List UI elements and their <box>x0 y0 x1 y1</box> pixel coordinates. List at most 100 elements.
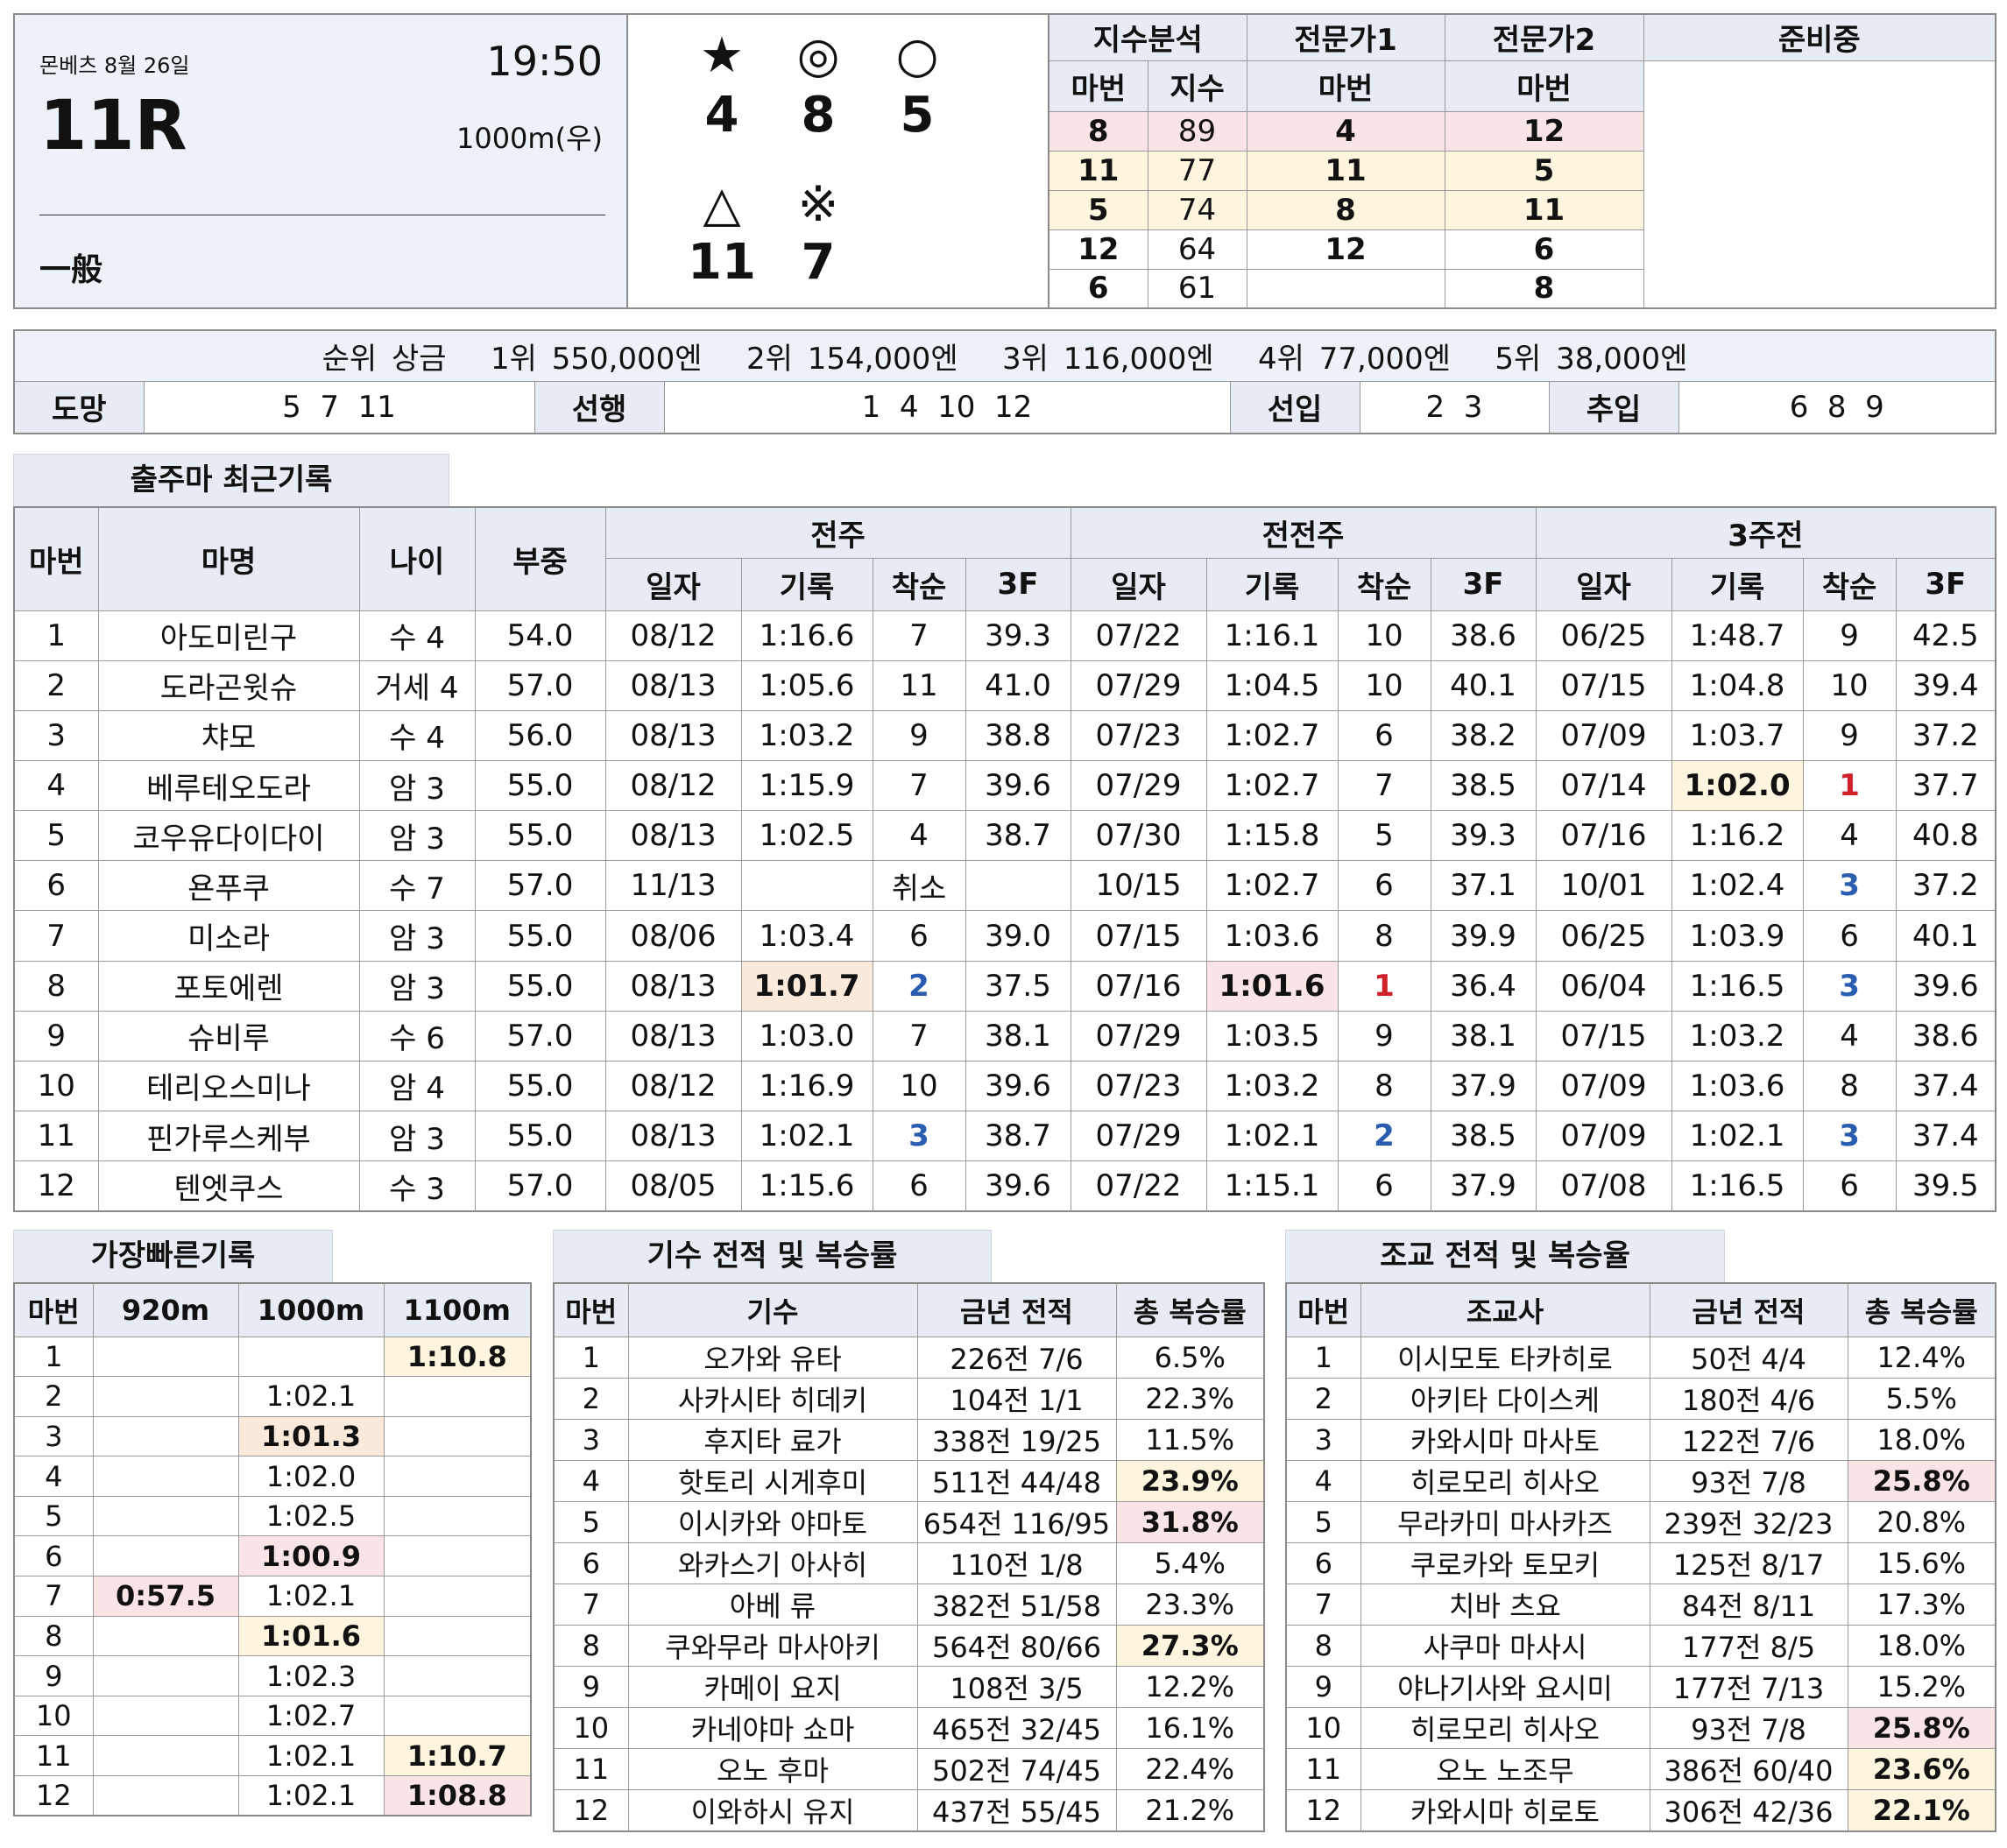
rate-cell: 6.5% <box>1115 1336 1265 1379</box>
subheader-rank: 착순 <box>1337 557 1431 611</box>
horse-name-cell: 챠모 <box>97 709 360 761</box>
jockey-name-cell: 카네야마 쇼마 <box>627 1706 918 1749</box>
horse-no-cell: 1 <box>553 1336 629 1379</box>
table-row: 5 1:02.5 <box>13 1495 532 1537</box>
time-cell <box>740 860 873 912</box>
mark-horse-number: 4 <box>704 87 739 144</box>
subheader-rank: 착순 <box>872 557 966 611</box>
style-value-lead: 1 4 10 12 <box>663 380 1231 434</box>
date-cell: 08/06 <box>604 910 742 962</box>
style-label-closer: 추입 <box>1548 380 1679 434</box>
horse-name-cell: 테리오스미나 <box>97 1060 360 1112</box>
date-cell: 08/12 <box>604 610 742 661</box>
rate-cell: 5.5% <box>1847 1377 1996 1420</box>
style-value-closer: 6 8 9 <box>1678 380 1996 434</box>
age-cell: 수 7 <box>358 860 476 912</box>
time-cell: 1:02.7 <box>1205 709 1339 761</box>
time-cell <box>383 1655 532 1696</box>
jockey-name-cell: 오노 후마 <box>627 1747 918 1790</box>
table-row: 8 쿠와무라 마사아키 564전 80/66 27.3% <box>553 1624 1265 1667</box>
date-cell: 10/15 <box>1070 860 1207 912</box>
date-cell: 07/30 <box>1070 810 1207 862</box>
rank-cell: 3 <box>872 1111 966 1162</box>
age-cell: 암 4 <box>358 1060 476 1112</box>
rate-cell: 22.4% <box>1115 1747 1265 1790</box>
table-row: 6 와카스기 아사히 110전 1/8 5.4% <box>553 1541 1265 1584</box>
record-cell: 386전 60/40 <box>1649 1747 1848 1790</box>
age-cell: 수 4 <box>358 709 476 761</box>
rate-cell: 18.0% <box>1847 1418 1996 1461</box>
header-last-week: 전주 <box>604 506 1071 559</box>
record-cell: 104전 1/1 <box>916 1377 1117 1420</box>
horse-no-cell: 6 <box>13 1535 94 1577</box>
mark-horse-number: 5 <box>900 87 935 144</box>
time-cell: 1:03.5 <box>1205 1010 1339 1062</box>
table-row: 1 이시모토 타카히로 50전 4/4 12.4% <box>1285 1336 1996 1379</box>
race-venue-date: 몬베츠 8월 26일 <box>39 53 190 78</box>
age-cell: 암 3 <box>358 960 476 1012</box>
3f-cell: 37.1 <box>1430 860 1537 912</box>
race-class: 一般 <box>39 252 103 288</box>
index-analysis-table: 지수분석 전문가1 전문가2 준비중 마번 지수 마번 마번 8 89 4 12… <box>1048 13 1996 309</box>
rank-cell: 3 <box>1802 960 1897 1012</box>
time-cell: 1:03.7 <box>1671 709 1804 761</box>
time-cell <box>383 1376 532 1417</box>
3f-cell: 36.4 <box>1430 960 1537 1012</box>
3f-cell: 39.6 <box>965 1060 1071 1112</box>
rank-cell: 2 <box>872 960 966 1012</box>
table-row: 10 테리오스미나 암 4 55.0 08/12 1:16.9 10 39.6 07/23 1:0… <box>13 1060 1996 1112</box>
time-cell: 1:01.3 <box>237 1415 385 1457</box>
horse-no-cell: 4 <box>553 1459 629 1502</box>
record-cell: 108전 3/5 <box>916 1665 1117 1708</box>
subheader-horse-no: 마번 <box>1048 60 1148 112</box>
prize-money: 순위 상금 1위 550,000엔 2위 154,000엔 3위 116,000… <box>13 329 1996 382</box>
horse-no-cell: 5 <box>13 810 99 862</box>
horse-no-cell: 4 <box>1285 1459 1361 1502</box>
date-cell: 08/12 <box>604 759 742 812</box>
record-cell: 110전 1/8 <box>916 1541 1117 1584</box>
circle-mark-icon: ○ <box>895 27 939 84</box>
rate-cell: 12.2% <box>1115 1665 1265 1708</box>
3f-cell: 38.1 <box>965 1010 1071 1062</box>
horse-no-cell: 2 <box>13 659 99 711</box>
date-cell: 07/15 <box>1535 659 1672 711</box>
table-row: 2 아키타 다이스케 180전 4/6 5.5% <box>1285 1377 1996 1420</box>
horse-no-cell: 8 <box>13 1615 94 1657</box>
time-cell: 1:15.8 <box>1205 810 1339 862</box>
time-cell: 1:03.4 <box>740 910 873 962</box>
time-cell <box>383 1415 532 1457</box>
jockey-name-cell: 후지타 료가 <box>627 1418 918 1461</box>
subheader-3f: 3F <box>965 557 1071 611</box>
horse-no-cell: 10 <box>13 1695 94 1737</box>
jockey-records-table: 마번 기수 금년 전적 총 복승률 1 오가와 유타 226전 7/6 6.5% 2 사카… <box>553 1282 1265 1832</box>
3f-cell: 39.0 <box>965 910 1071 962</box>
jockey-name-cell: 이와하시 유지 <box>627 1788 918 1831</box>
rate-cell: 23.3% <box>1115 1583 1265 1626</box>
3f-cell: 38.7 <box>965 1111 1071 1162</box>
date-cell: 08/13 <box>604 709 742 761</box>
time-cell <box>92 1376 239 1417</box>
table-row: 12 이와하시 유지 437전 55/45 21.2% <box>553 1788 1265 1831</box>
record-cell: 511전 44/48 <box>916 1459 1117 1502</box>
horse-no-cell: 1 <box>1285 1336 1361 1379</box>
header-weight: 부중 <box>474 506 606 611</box>
date-cell: 07/15 <box>1070 910 1207 962</box>
mark-horse-number: 11 <box>688 234 756 291</box>
age-cell: 수 4 <box>358 610 476 661</box>
date-cell: 07/09 <box>1535 709 1672 761</box>
record-cell: 239전 32/23 <box>1649 1500 1848 1543</box>
horse-no-cell: 11 <box>13 1735 94 1777</box>
date-cell: 08/13 <box>604 1010 742 1062</box>
table-row: 6 쿠로카와 토모키 125전 8/17 15.6% <box>1285 1541 1996 1584</box>
horse-name-cell: 욘푸쿠 <box>97 860 360 912</box>
horse-name-cell: 코우유다이다이 <box>97 810 360 862</box>
subheader-time: 기록 <box>1671 557 1804 611</box>
recent-records-title: 출주마 최근기록 <box>13 454 449 506</box>
header-1100m: 1100m <box>383 1282 532 1337</box>
date-cell: 11/13 <box>604 860 742 912</box>
table-row: 11 핀가루스케부 암 3 55.0 08/13 1:02.1 3 38.7 07/29 1:02… <box>13 1111 1996 1162</box>
rate-cell: 31.8% <box>1115 1500 1265 1543</box>
time-cell <box>383 1456 532 1497</box>
table-row: 2 1:02.1 <box>13 1376 532 1417</box>
header-horse-no: 마번 <box>1285 1282 1361 1337</box>
